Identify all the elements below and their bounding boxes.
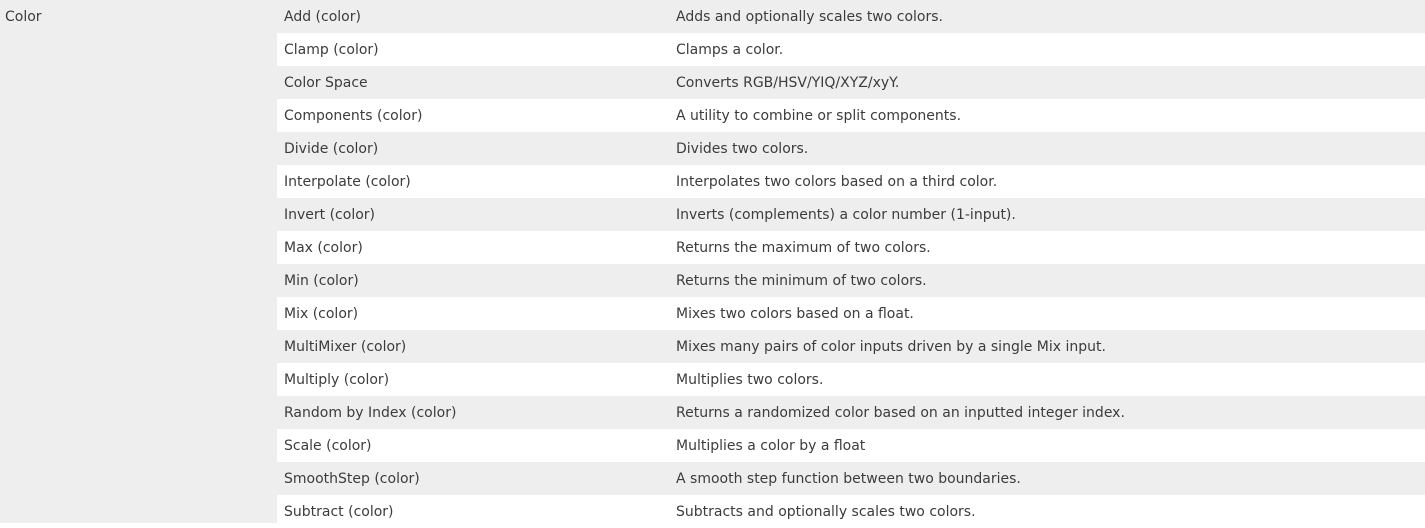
table-row: Color Space Converts RGB/HSV/YIQ/XYZ/xyY. — [277, 66, 1425, 99]
node-description: Returns the maximum of two colors. — [676, 240, 931, 256]
node-description: Mixes many pairs of color inputs driven … — [676, 339, 1106, 355]
node-description: Subtracts and optionally scales two colo… — [676, 504, 976, 520]
category-label: Color — [5, 9, 42, 25]
node-description: Multiplies two colors. — [676, 372, 824, 388]
node-name: MultiMixer (color) — [284, 339, 407, 355]
table-row: SmoothStep (color) A smooth step function… — [277, 462, 1425, 495]
node-name: Mix (color) — [284, 306, 359, 322]
node-description: Interpolates two colors based on a third… — [676, 174, 998, 190]
node-description: Returns a randomized color based on an i… — [676, 405, 1125, 421]
table-row: Mix (color) Mixes two colors based on a f… — [277, 297, 1425, 330]
node-description: Adds and optionally scales two colors. — [676, 9, 943, 25]
table-row: Add (color) Adds and optionally scales tw… — [277, 0, 1425, 33]
node-name: Divide (color) — [284, 141, 379, 157]
node-name: Subtract (color) — [284, 504, 394, 520]
node-description: Divides two colors. — [676, 141, 809, 157]
node-name: Interpolate (color) — [284, 174, 411, 190]
table-row: Random by Index (color) Returns a randomi… — [277, 396, 1425, 429]
node-name: SmoothStep (color) — [284, 471, 420, 487]
node-name: Clamp (color) — [284, 42, 379, 58]
node-name: Multiply (color) — [284, 372, 390, 388]
table-row: Multiply (color) Multiplies two colors. — [277, 363, 1425, 396]
node-name: Add (color) — [284, 9, 361, 25]
table-row: Invert (color) Inverts (complements) a co… — [277, 198, 1425, 231]
table-row: Max (color) Returns the maximum of two co… — [277, 231, 1425, 264]
table-row: Scale (color) Multiplies a color by a flo… — [277, 429, 1425, 462]
node-name: Min (color) — [284, 273, 359, 289]
node-description: A utility to combine or split components… — [676, 108, 962, 124]
node-name: Random by Index (color) — [284, 405, 457, 421]
table-row: Components (color) A utility to combine o… — [277, 99, 1425, 132]
table-row: Interpolate (color) Interpolates two colo… — [277, 165, 1425, 198]
node-name: Scale (color) — [284, 438, 372, 454]
table-row: Subtract (color) Subtracts and optionally… — [277, 495, 1425, 528]
table-rows: Add (color) Adds and optionally scales tw… — [277, 0, 1425, 528]
node-name: Color Space — [284, 75, 368, 91]
node-description: A smooth step function between two bound… — [676, 471, 1021, 487]
table-row: Min (color) Returns the minimum of two co… — [277, 264, 1425, 297]
node-description: Returns the minimum of two colors. — [676, 273, 927, 289]
node-description: Inverts (complements) a color number (1-… — [676, 207, 1016, 223]
table-row: MultiMixer (color) Mixes many pairs of co… — [277, 330, 1425, 363]
table-row: Divide (color) Divides two colors. — [277, 132, 1425, 165]
node-description: Converts RGB/HSV/YIQ/XYZ/xyY. — [676, 75, 900, 91]
node-name: Components (color) — [284, 108, 423, 124]
node-description: Multiplies a color by a float — [676, 438, 866, 454]
node-name: Max (color) — [284, 240, 363, 256]
node-description: Clamps a color. — [676, 42, 784, 58]
node-description: Mixes two colors based on a float. — [676, 306, 914, 322]
node-reference-table: Color Add (color) Adds and optionally sca… — [0, 0, 1425, 528]
category-cell: Color — [0, 0, 277, 523]
node-name: Invert (color) — [284, 207, 375, 223]
table-row: Clamp (color) Clamps a color. — [277, 33, 1425, 66]
